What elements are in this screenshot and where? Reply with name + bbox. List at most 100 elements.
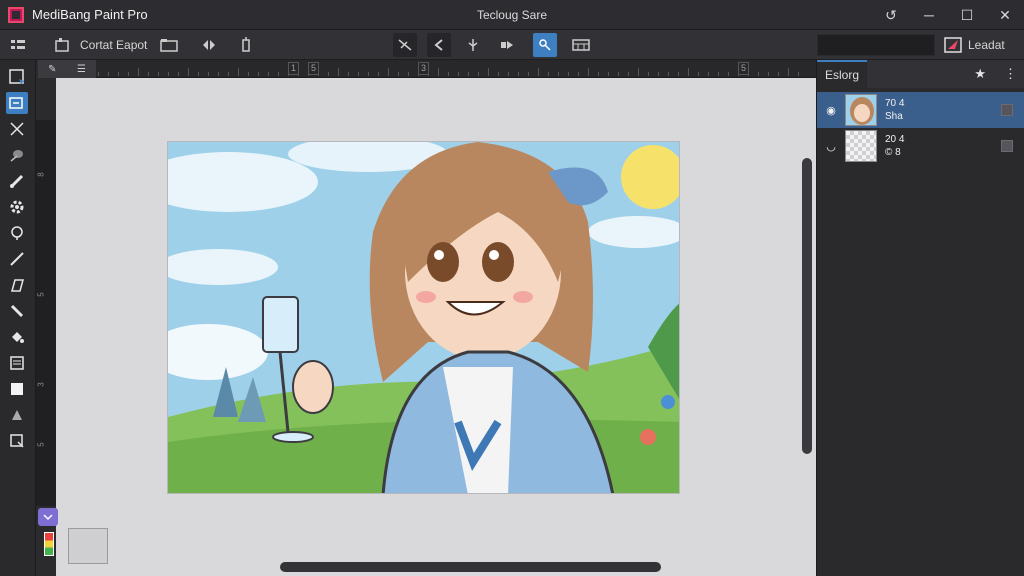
- snap-parallel-button[interactable]: [427, 32, 452, 57]
- ruler-tick: [138, 68, 139, 76]
- navigator-thumbnail[interactable]: [68, 528, 108, 564]
- brush-logo-icon: [944, 37, 962, 53]
- ruler-tick: [248, 72, 249, 76]
- ruler-tick: [178, 72, 179, 76]
- folder-button[interactable]: [157, 33, 181, 57]
- tool-hand[interactable]: [6, 404, 28, 426]
- tool-fill[interactable]: [6, 222, 28, 244]
- toolbar-right-label[interactable]: Leadat: [968, 38, 1005, 52]
- ruler-tick: [598, 72, 599, 76]
- ruler-tick: [488, 68, 489, 76]
- ruler-tick: [208, 72, 209, 76]
- tool-select[interactable]: [6, 66, 28, 88]
- layer-lock-checkbox[interactable]: [1001, 140, 1013, 152]
- snap-off-button[interactable]: [393, 32, 418, 57]
- move-icon: [9, 97, 23, 109]
- visibility-eye-icon[interactable]: ◡: [817, 140, 845, 153]
- account-area[interactable]: Leadat: [944, 33, 1005, 57]
- layer-row[interactable]: ◉ 70 4 Sha: [817, 92, 1024, 128]
- text-icon: [10, 356, 24, 370]
- visibility-eye-icon[interactable]: ◉: [817, 104, 845, 117]
- selection-icon: [9, 69, 24, 84]
- tool-bucket[interactable]: [6, 326, 28, 348]
- vertical-scrollbar[interactable]: [802, 158, 812, 454]
- perspective-button[interactable]: [569, 33, 593, 57]
- radial-snap-icon: [501, 40, 514, 49]
- tool-shape[interactable]: [6, 378, 28, 400]
- ruler-tick: [468, 72, 469, 76]
- ruler-tag: 3: [418, 62, 430, 75]
- ruler-list-icon[interactable]: ☰: [77, 64, 86, 75]
- transform-button[interactable]: [235, 33, 259, 57]
- minimize-button[interactable]: ─: [910, 0, 948, 30]
- color-indicator[interactable]: [44, 532, 54, 556]
- more-options-icon[interactable]: ⋮: [1004, 66, 1017, 82]
- grid-menu-icon: [11, 39, 25, 49]
- navigator-panel: [38, 506, 112, 576]
- tool-cross[interactable]: [6, 118, 28, 140]
- app-title: MediBang Paint Pro: [32, 7, 148, 22]
- tool-eraser[interactable]: [6, 274, 28, 296]
- menu-icon[interactable]: [6, 33, 30, 57]
- building-icon: [55, 37, 69, 52]
- drawing-canvas[interactable]: [167, 141, 680, 494]
- ruler-tick: [498, 72, 499, 76]
- tool-dropper[interactable]: [6, 300, 28, 322]
- crosshair-icon: [10, 122, 24, 136]
- navigator-toggle[interactable]: [38, 508, 58, 526]
- layer-thumbnail: [845, 94, 877, 126]
- ruler-tick: [438, 68, 439, 76]
- ruler-tick: [798, 72, 799, 76]
- ruler-tick: [148, 72, 149, 76]
- ruler-tick: [448, 72, 449, 76]
- tool-pen[interactable]: [6, 170, 28, 192]
- bucket-icon: [11, 226, 23, 240]
- toolbar-label[interactable]: Cortat Eapot: [80, 38, 147, 52]
- ruler-tick: [768, 72, 769, 76]
- canvas-icon[interactable]: [50, 33, 74, 57]
- ruler-tick: [98, 72, 99, 76]
- tab-layers[interactable]: Eslorg: [817, 60, 868, 88]
- snap-radial-button[interactable]: [495, 33, 519, 57]
- tool-move[interactable]: [6, 92, 28, 114]
- refresh-button[interactable]: ↺: [872, 0, 910, 30]
- snap-curve-button[interactable]: [533, 32, 558, 57]
- folder-icon: [160, 38, 179, 52]
- ruler-tick: [658, 72, 659, 76]
- layer-lock-checkbox[interactable]: [1001, 104, 1013, 116]
- layers-panel: Eslorg ★ ⋮ ◉ 70 4 Sha ◡ 20 4 © 8: [816, 60, 1024, 576]
- tool-text[interactable]: [6, 352, 28, 374]
- ruler-tick: [168, 72, 169, 76]
- ruler-corner[interactable]: ✎ ☰: [38, 60, 96, 78]
- window-controls: ↺ ─ ☐ ✕: [872, 0, 1024, 30]
- eraser-icon: [11, 279, 24, 292]
- toolbar-field[interactable]: [817, 34, 935, 56]
- ruler-tick: [708, 72, 709, 76]
- layer-meta: 70 4 Sha: [885, 97, 904, 123]
- gear-icon: [10, 200, 24, 214]
- tool-zoom[interactable]: [6, 430, 28, 452]
- snap-cross-button[interactable]: [461, 33, 485, 57]
- perspective-icon: [572, 38, 591, 51]
- ruler-tool-icon[interactable]: ✎: [48, 64, 56, 75]
- ruler-tick: [338, 68, 339, 76]
- square-icon: [11, 383, 23, 395]
- pen-icon: [10, 174, 24, 188]
- tool-settings[interactable]: [6, 196, 28, 218]
- layer-thumbnail: [845, 130, 877, 162]
- tool-blur[interactable]: [6, 144, 28, 166]
- layer-row[interactable]: ◡ 20 4 © 8: [817, 128, 1024, 164]
- ruler-tick: [278, 72, 279, 76]
- star-icon[interactable]: ★: [974, 66, 986, 82]
- layers-panel-header: Eslorg ★ ⋮: [817, 60, 1024, 88]
- maximize-button[interactable]: ☐: [948, 0, 986, 30]
- ruler-tick: [538, 68, 539, 76]
- close-button[interactable]: ✕: [986, 0, 1024, 30]
- ruler-tick: [478, 72, 479, 76]
- hand-icon: [12, 410, 22, 420]
- ruler-tick: [528, 72, 529, 76]
- flip-button[interactable]: [197, 33, 221, 57]
- tool-brush[interactable]: [6, 248, 28, 270]
- ruler-tick: [578, 72, 579, 76]
- horizontal-scrollbar[interactable]: [280, 562, 661, 572]
